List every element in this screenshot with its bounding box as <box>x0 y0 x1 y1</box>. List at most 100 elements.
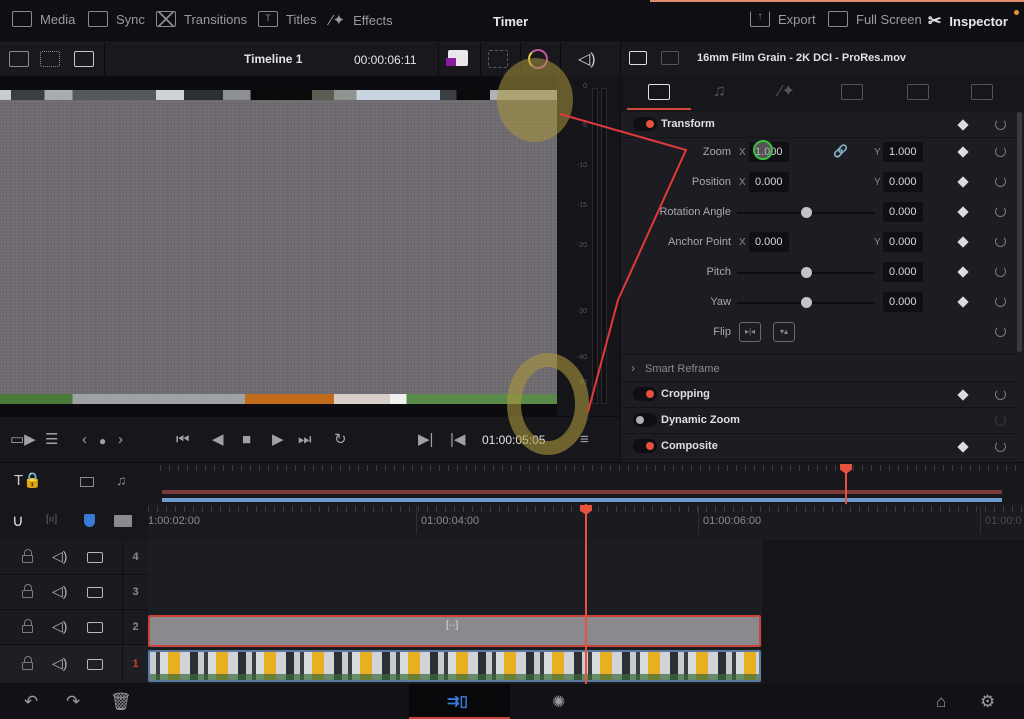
audio-waveform-icon[interactable]: [ıı] <box>46 514 57 525</box>
zoom-keyframe-icon[interactable] <box>957 146 969 158</box>
playback-mode-icon[interactable]: ▭▶ <box>10 431 36 449</box>
media-button[interactable]: Media <box>12 11 75 27</box>
smart-reframe-section[interactable]: › Smart Reframe <box>621 354 1017 382</box>
anchor-reset-icon[interactable] <box>995 236 1006 247</box>
safe-area-icon[interactable] <box>40 51 60 67</box>
pitch-reset-icon[interactable] <box>995 266 1006 277</box>
yaw-keyframe-icon[interactable] <box>957 296 969 308</box>
anchor-keyframe-icon[interactable] <box>957 236 969 248</box>
flip-vertical-button[interactable]: ▾▴ <box>773 322 795 342</box>
position-keyframe-icon[interactable] <box>957 176 969 188</box>
reverse-play-icon[interactable]: ◀ <box>212 431 224 449</box>
insert-audio-icon[interactable]: ♫ <box>116 472 127 488</box>
rotation-slider-knob[interactable] <box>801 207 812 218</box>
speaker-icon[interactable]: ◁) <box>52 548 67 565</box>
jump-end-icon[interactable]: ⏭ <box>298 431 312 449</box>
monitor-icon[interactable] <box>87 552 103 563</box>
single-viewer-icon[interactable] <box>9 51 29 67</box>
cropping-reset-icon[interactable] <box>995 389 1006 400</box>
transform-toggle[interactable] <box>633 117 657 131</box>
film-grain-clip[interactable]: [··] <box>148 615 761 647</box>
speaker-icon[interactable]: ◁) <box>52 618 67 635</box>
rotation-keyframe-icon[interactable] <box>957 206 969 218</box>
composite-reset-icon[interactable] <box>995 441 1006 452</box>
speaker-icon[interactable]: ◁) <box>52 583 67 600</box>
tab-video-icon[interactable] <box>648 84 670 100</box>
play-icon[interactable]: ▶ <box>272 431 284 449</box>
mark-out-icon[interactable]: |◀ <box>450 431 465 449</box>
flag-marker-icon[interactable] <box>84 514 95 527</box>
audio-speaker-icon[interactable]: ◁) <box>578 49 596 69</box>
link-icon[interactable]: 🔗 <box>833 144 848 158</box>
timeline-name-dropdown[interactable]: Timeline 1 <box>244 52 302 66</box>
insert-video-icon[interactable] <box>80 477 94 487</box>
transform-section[interactable]: Transform <box>621 112 1017 138</box>
reset-icon[interactable] <box>995 119 1006 130</box>
rotation-field[interactable]: 0.000 <box>883 202 923 222</box>
mark-in-icon[interactable]: ▶| <box>418 431 433 449</box>
lock-icon[interactable] <box>22 619 33 633</box>
trash-icon[interactable]: 🗑 <box>110 692 132 712</box>
gear-icon[interactable]: ⚙ <box>980 692 995 712</box>
video-viewer[interactable] <box>0 76 620 416</box>
tab-image-icon[interactable] <box>907 84 929 100</box>
camera-capture-icon[interactable] <box>446 50 468 66</box>
menu-icon[interactable]: ≡ <box>580 431 589 449</box>
jump-start-icon[interactable]: ⏮ <box>176 431 190 449</box>
zoom-reset-icon[interactable] <box>995 146 1006 157</box>
export-button[interactable]: ↑ Export <box>750 11 816 27</box>
flip-reset-icon[interactable] <box>995 326 1006 337</box>
titles-button[interactable]: T Titles <box>258 11 317 27</box>
fullscreen-button[interactable]: Full Screen <box>828 11 922 27</box>
redo-icon[interactable]: ↷ <box>66 692 80 712</box>
tab-audio-icon[interactable]: ♫ <box>713 81 726 101</box>
cropping-toggle[interactable] <box>633 387 657 401</box>
add-marker-icon[interactable] <box>114 515 132 527</box>
yaw-reset-icon[interactable] <box>995 296 1006 307</box>
sync-button[interactable]: Sync <box>88 11 145 27</box>
next-keyframe-icon[interactable]: › <box>118 431 123 449</box>
anchor-x-field[interactable]: 0.000 <box>749 232 789 252</box>
mini-timeline[interactable] <box>160 462 1024 505</box>
lock-icon[interactable] <box>22 584 33 598</box>
inspector-scrollbar[interactable] <box>1017 112 1022 352</box>
video-clip[interactable] <box>148 650 761 682</box>
composite-keyframe-icon[interactable] <box>957 441 969 453</box>
tab-effects-icon[interactable]: ⁄✦ <box>779 81 795 101</box>
monitor-icon[interactable] <box>87 622 103 633</box>
monitor-icon[interactable] <box>87 587 103 598</box>
pitch-slider-knob[interactable] <box>801 267 812 278</box>
cropping-keyframe-icon[interactable] <box>957 389 969 401</box>
settings-sliders-icon[interactable]: ☰ <box>45 431 58 449</box>
split-view-icon[interactable] <box>661 51 679 65</box>
tab-file-icon[interactable] <box>971 84 993 100</box>
yaw-slider-knob[interactable] <box>801 297 812 308</box>
transitions-button[interactable]: Transitions <box>156 11 247 27</box>
inspector-button[interactable]: ✂ Inspector <box>928 11 1008 31</box>
timeline-tracks[interactable]: [··] <box>148 504 1024 684</box>
anchor-y-field[interactable]: 0.000 <box>883 232 923 252</box>
position-y-field[interactable]: 0.000 <box>883 172 923 192</box>
cut-page-tab[interactable]: ⇉▯ <box>409 684 510 719</box>
image-icon[interactable] <box>629 51 647 65</box>
effects-button[interactable]: ⁄✦ Effects <box>330 11 393 29</box>
dynamic-zoom-toggle[interactable] <box>633 413 657 427</box>
monitor-icon[interactable] <box>87 659 103 670</box>
pitch-field[interactable]: 0.000 <box>883 262 923 282</box>
speaker-icon[interactable]: ◁) <box>52 655 67 672</box>
transform-overlay-icon[interactable] <box>488 50 508 68</box>
lock-icon[interactable] <box>22 549 33 563</box>
flip-horizontal-button[interactable]: ▸|◂ <box>739 322 761 342</box>
zoom-y-field[interactable]: 1.000 <box>883 142 923 162</box>
dual-viewer-icon[interactable] <box>74 51 94 67</box>
dynamic-zoom-section[interactable]: Dynamic Zoom <box>621 408 1017 434</box>
loop-icon[interactable]: ↻ <box>334 431 347 449</box>
composite-section[interactable]: Composite <box>621 434 1017 460</box>
position-reset-icon[interactable] <box>995 176 1006 187</box>
yaw-field[interactable]: 0.000 <box>883 292 923 312</box>
prev-keyframe-icon[interactable]: ‹ <box>82 431 87 449</box>
keyframe-icon[interactable] <box>957 119 969 131</box>
lock-icon[interactable] <box>22 656 33 670</box>
home-icon[interactable]: ⌂ <box>936 692 946 712</box>
position-x-field[interactable]: 0.000 <box>749 172 789 192</box>
